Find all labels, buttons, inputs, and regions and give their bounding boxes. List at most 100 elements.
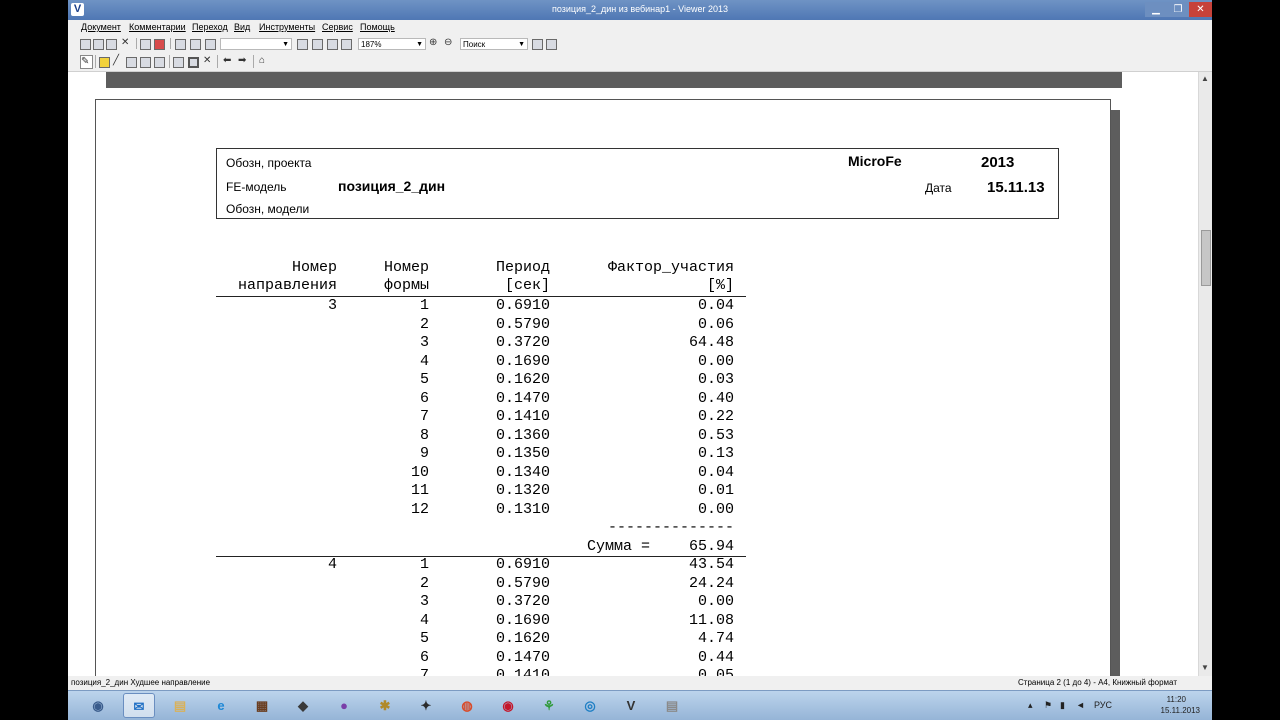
status-left: позиция_2_дин Худшее направление [71,678,211,687]
facing-pages-icon[interactable] [327,39,338,50]
menu-comments[interactable]: Комментарии [129,22,186,32]
menu-view[interactable]: Вид [234,22,250,32]
period-value: 0.3720 [495,593,550,610]
factor-value: 4.74 [697,630,734,647]
pencil-icon[interactable]: ✎ [80,55,93,69]
period-value: 0.3720 [495,334,550,351]
factor-value: 24.24 [688,574,734,592]
rectangle-icon[interactable] [126,57,137,68]
back-arrow-icon[interactable]: ⬅ [223,55,231,67]
menu-document[interactable]: Документ [81,22,121,32]
document-viewport[interactable]: Обозн, проекта FE-модель позиция_2_дин О… [68,72,1198,676]
form-number: 1 [419,297,429,314]
zoom-out-icon[interactable]: ⊖ [444,37,452,49]
project-label: Обозн, проекта [226,156,312,170]
form-number: 5 [419,630,429,647]
status-page-info: Страница 2 (1 до 4) - А4, Книжный формат [1018,678,1177,687]
form-number: 3 [419,334,429,351]
search-prev-icon[interactable] [532,39,543,50]
taskbar-app-10-icon[interactable]: ◉ [492,693,524,718]
stamp-icon[interactable] [154,57,165,68]
close-button[interactable]: ✕ [1189,2,1212,17]
taskbar-file-explorer-icon[interactable]: ▤ [164,693,196,718]
page-select[interactable]: ▼ [220,38,292,50]
camera-icon[interactable] [205,39,216,50]
taskbar-app-5-icon[interactable]: ◆ [287,693,319,718]
menu-goto[interactable]: Переход [192,22,228,32]
toolbar-separator [95,55,96,68]
minimize-button[interactable]: ▁ [1145,2,1167,17]
export-icon[interactable] [106,39,117,50]
measure-icon[interactable] [173,57,184,68]
taskbar-app-12-icon[interactable]: ◎ [574,693,606,718]
image-icon[interactable] [190,39,201,50]
single-page-icon[interactable] [297,39,308,50]
factor-value: 0.00 [697,500,734,518]
factor-value: 0.53 [697,426,734,444]
taskbar-outlook-icon[interactable]: ✉ [123,693,155,718]
period-value: 0.5790 [495,315,550,333]
taskbar-app-11-icon[interactable]: ⚘ [533,693,565,718]
maximize-button[interactable]: ❐ [1167,2,1189,17]
taskbar-app-8-icon[interactable]: ✦ [410,693,442,718]
show-hidden-icon[interactable]: ▴ [1028,700,1033,711]
scroll-up-icon[interactable]: ▲ [1201,74,1209,83]
close-doc-icon[interactable]: ✕ [121,37,129,49]
taskbar-start-orb-icon[interactable]: ◉ [82,693,114,718]
brand-name: MicroFe [848,153,902,169]
scrollbar-thumb[interactable] [1201,230,1211,286]
form-number: 3 [419,593,429,610]
fit-page-icon[interactable] [341,39,352,50]
line-icon[interactable]: ╱ [113,55,119,67]
period-value: 0.1470 [495,648,550,666]
factor-value: 0.05 [697,667,734,676]
factor-value: 11.08 [688,611,734,629]
menu-service[interactable]: Сервис [322,22,353,32]
period-value: 0.1410 [495,667,550,676]
clock-time[interactable]: 11:20 [1167,695,1186,704]
taskbar-viewer-icon[interactable]: V [615,693,647,718]
select-icon[interactable] [188,57,199,68]
vertical-scrollbar[interactable]: ▲ ▼ [1198,72,1212,676]
text-note-icon[interactable] [140,57,151,68]
zoom-in-icon[interactable]: ⊕ [429,37,437,49]
menu-help[interactable]: Помощь [360,22,395,32]
taskbar-app-7-icon[interactable]: ✱ [369,693,401,718]
zoom-select[interactable]: 187% ▼ [358,38,426,50]
group-rule [216,555,746,557]
forward-arrow-icon[interactable]: ➡ [238,55,246,67]
taskbar-internet-explorer-icon[interactable]: e [205,693,237,718]
period-value: 0.1620 [495,630,550,647]
flag-icon[interactable]: ⚑ [1044,700,1052,711]
model-label: FE-модель [226,180,287,194]
taskbar-app-9-icon[interactable]: ◍ [451,693,483,718]
volume-icon[interactable]: ◄ [1076,700,1085,710]
period-value: 0.1340 [495,463,550,481]
factor-value: 0.04 [697,463,734,481]
highlight-icon[interactable] [99,57,110,68]
factor-value: 0.44 [697,648,734,666]
pdf-icon[interactable] [154,39,165,50]
form-number: 8 [419,426,429,444]
save-icon[interactable] [93,39,104,50]
delete-icon[interactable]: ✕ [203,55,211,67]
continuous-page-icon[interactable] [312,39,323,50]
search-next-icon[interactable] [546,39,557,50]
title-bar: V позиция_2_дин из вебинар1 - Viewer 201… [68,0,1212,20]
open-icon[interactable] [80,39,91,50]
taskbar-app-6-icon[interactable]: ● [328,693,360,718]
print-icon[interactable] [140,39,151,50]
clock-date[interactable]: 15.11.2013 [1161,706,1200,715]
form-number: 10 [410,463,429,481]
language-indicator[interactable]: РУС [1094,700,1112,710]
form-number: 1 [419,556,429,573]
taskbar-app-4-icon[interactable]: ▦ [246,693,278,718]
copy-icon[interactable] [175,39,186,50]
menu-tools[interactable]: Инструменты [259,22,315,32]
taskbar-app-14-icon[interactable]: ▤ [656,693,688,718]
scroll-down-icon[interactable]: ▼ [1201,663,1209,672]
lock-icon[interactable]: ⌂ [259,55,265,67]
network-icon[interactable]: ▮ [1060,700,1065,711]
search-input[interactable]: Поиск ▼ [460,38,528,50]
factor-value: 0.03 [697,371,734,388]
